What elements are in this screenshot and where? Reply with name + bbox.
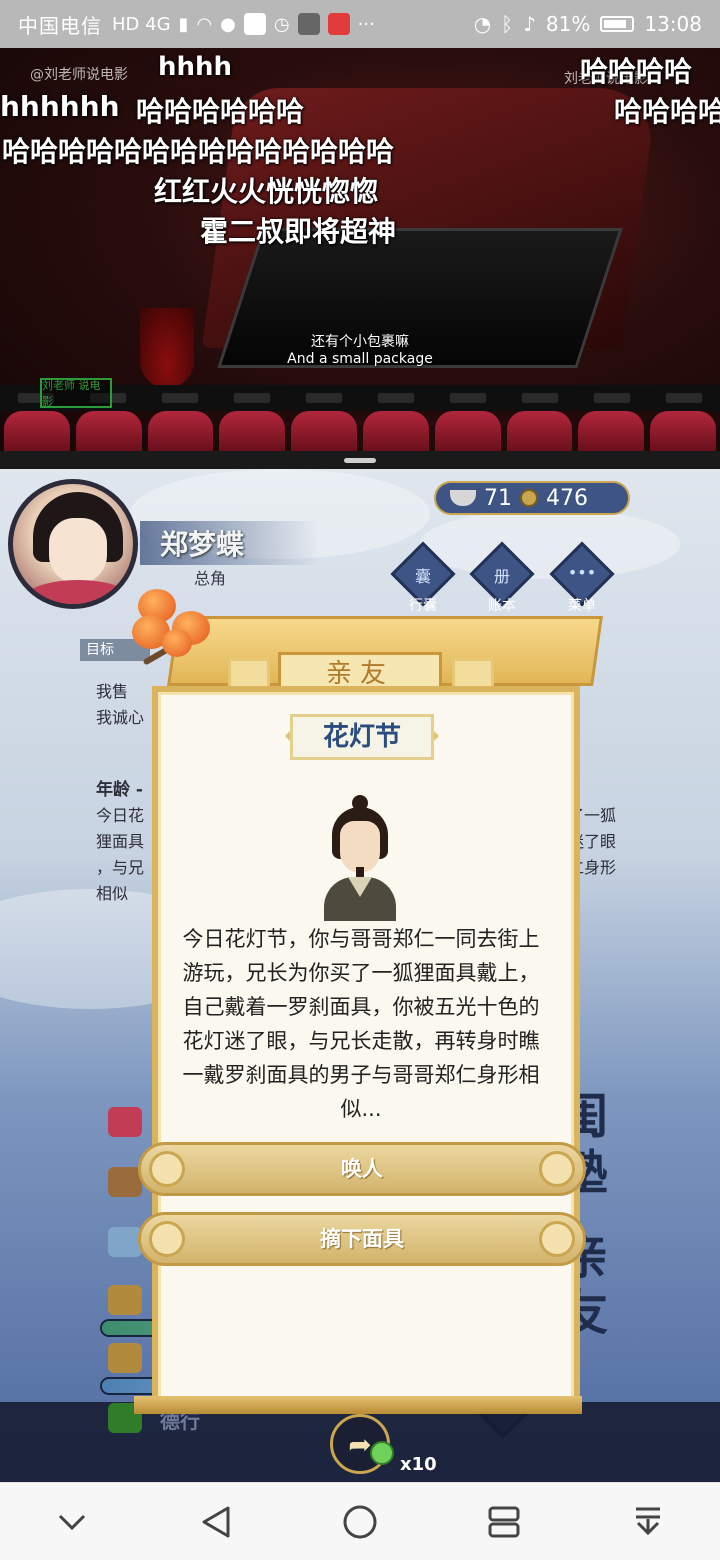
mute-icon: ♪	[523, 12, 536, 36]
camera-app-icon	[297, 13, 320, 35]
status-bar: 中国电信 HD 4G ▮ ◠ ● ◷ ··· ◔ ᛒ ♪ 81% 13:08	[0, 0, 720, 48]
brother-portrait	[318, 795, 402, 921]
menu-label: 菜单	[568, 598, 596, 614]
currency-panel[interactable]: 71 476	[434, 481, 630, 515]
menu-bag-button[interactable]: 囊 行囊	[390, 541, 456, 614]
ledger-icon: 册	[493, 567, 510, 586]
battery-percent: 81%	[545, 12, 591, 36]
nav-download-button[interactable]	[618, 1492, 678, 1552]
video-seat-row	[0, 411, 720, 451]
bag-icon: 囊	[414, 567, 431, 586]
nav-home-button[interactable]	[330, 1492, 390, 1552]
menu-label: 行囊	[409, 598, 437, 614]
nav-back-button[interactable]	[186, 1492, 246, 1552]
button-knob-right	[539, 1221, 575, 1257]
background-text: 相似	[96, 884, 129, 903]
system-nav-bar	[0, 1482, 720, 1560]
home-circle-icon	[343, 1505, 377, 1538]
app-notification-icon	[243, 13, 266, 35]
event-title: 花灯节	[290, 714, 434, 760]
channel-logo-badge: 刘老师 说电影	[40, 378, 112, 408]
nav-recents-button[interactable]	[474, 1492, 534, 1552]
character-name: 郑梦蝶	[160, 528, 245, 561]
danmaku-comment: 哈哈哈哈哈哈	[136, 95, 305, 128]
video-subtitle-en: And a small package	[287, 351, 433, 367]
danmaku-comment: 哈哈哈哈	[580, 55, 693, 88]
button-knob-left	[149, 1151, 185, 1187]
game-screen: 郑梦蝶 总角 71 476 囊 行囊 册 账本 ••• 菜单 目标 我售 我诚心…	[0, 469, 720, 1482]
danmaku-comment: 霍二叔即将超神	[200, 215, 397, 248]
alarm-icon: ◔	[473, 12, 492, 36]
nav-collapse-button[interactable]	[42, 1492, 102, 1552]
dialog-foot	[134, 1396, 582, 1414]
background-text: 我售	[96, 682, 129, 701]
choice-label: 摘下面具	[320, 1227, 404, 1251]
danmaku-comment: 红红火火恍恍惚惚	[154, 175, 379, 208]
danmaku-comment: hhhh	[158, 52, 233, 82]
danmaku-comment: 哈哈哈哈哈哈哈哈哈哈哈哈哈哈	[2, 135, 395, 168]
network-type-icon: HD 4G	[112, 13, 171, 35]
jade-coin-icon	[370, 1441, 394, 1465]
recents-icon	[488, 1506, 520, 1537]
video-player[interactable]: @刘老师说电影 刘老师说电影 hhhh 哈哈哈哈 hhhhhh 哈哈哈哈哈哈 哈…	[0, 48, 720, 451]
button-knob-right	[539, 1151, 575, 1187]
bluetooth-icon: ᛒ	[501, 12, 514, 36]
video-subtitle-cn: 还有个小包裹嘛	[311, 334, 409, 350]
carrier-name: 中国电信	[18, 13, 102, 38]
event-story-text: 今日花灯节，你与哥哥郑仁一同去街上游玩，兄长为你买了一狐狸面具戴上，自己戴着一罗…	[182, 927, 540, 1121]
clock-time: 13:08	[644, 12, 702, 36]
coin-count: 476	[546, 485, 588, 511]
status-right-group: ◔ ᛒ ♪ 81% 13:08	[474, 12, 702, 36]
more-dots-icon: •••	[567, 563, 597, 582]
menu-ledger-button[interactable]: 册 账本	[469, 541, 535, 614]
character-role: 总角	[194, 569, 227, 588]
chevron-down-icon	[58, 1514, 86, 1530]
battery-icon	[600, 16, 635, 32]
more-notifications-icon: ···	[357, 13, 375, 35]
silver-ingot-icon	[450, 490, 476, 506]
qq-icon: ●	[220, 13, 236, 35]
danmaku-comment: 哈哈哈哈	[614, 95, 720, 128]
danmaku-comment: hhhhhh	[0, 90, 120, 123]
split-handle[interactable]	[344, 458, 376, 463]
persimmon-decoration-icon	[132, 589, 222, 666]
choice-call-out-button[interactable]: 唤人	[138, 1142, 586, 1196]
share-reward-count: x10	[400, 1454, 437, 1475]
clock-app-icon: ◷	[273, 13, 290, 35]
button-knob-left	[149, 1221, 185, 1257]
choice-label: 唤人	[341, 1157, 383, 1181]
video-watermark: @刘老师说电影	[30, 67, 128, 83]
signal-icon: ▮	[178, 13, 189, 35]
character-avatar[interactable]	[8, 479, 138, 609]
back-triangle-icon	[202, 1506, 230, 1537]
menu-label: 账本	[488, 598, 516, 614]
choice-remove-mask-button[interactable]: 摘下面具	[138, 1212, 586, 1266]
copper-coin-icon	[520, 489, 538, 507]
ingot-count: 71	[484, 485, 512, 511]
menu-more-button[interactable]: ••• 菜单	[549, 541, 615, 614]
download-icon	[636, 1507, 660, 1535]
wifi-icon: ◠	[196, 13, 213, 35]
split-screen-divider[interactable]	[0, 451, 720, 469]
netease-music-icon	[327, 13, 350, 35]
